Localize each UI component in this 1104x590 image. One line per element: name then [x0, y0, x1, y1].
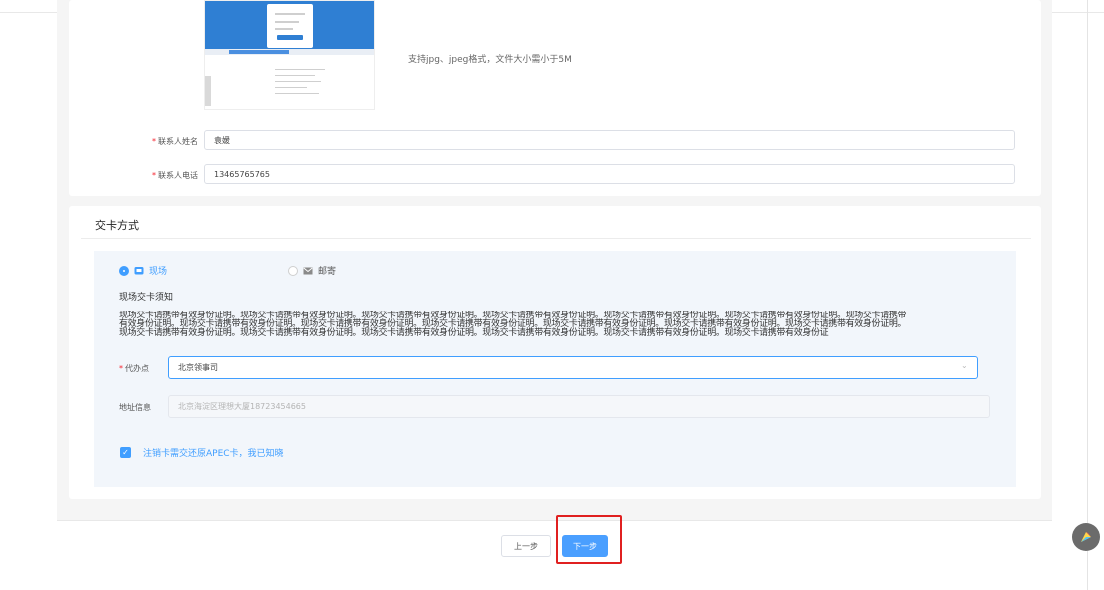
scrollbar-track[interactable]	[1087, 0, 1088, 590]
notice-title: 现场交卡须知	[119, 293, 174, 303]
agreement-checkbox[interactable]: ✓	[120, 447, 131, 458]
preview-sidebar	[205, 76, 211, 106]
required-mark: *	[152, 171, 156, 180]
address-value: 北京海淀区理想大厦18723454665	[178, 402, 306, 411]
radio-mail[interactable]: 邮寄	[288, 264, 336, 277]
radio-dot	[288, 265, 298, 276]
preview-line	[275, 87, 307, 88]
agency-label-text: 代办点	[125, 364, 149, 373]
preview-line	[275, 81, 321, 82]
delivery-section-title: 交卡方式	[95, 219, 139, 232]
preview-line	[275, 93, 319, 94]
agency-select[interactable]: 北京领事司 ⌄	[168, 356, 978, 379]
address-label: 地址信息	[119, 403, 151, 412]
required-mark: *	[119, 364, 123, 373]
upload-tip: 支持jpg、jpeg格式，文件大小需小于5M	[408, 55, 572, 65]
mail-icon	[303, 267, 313, 274]
contact-phone-label-text: 联系人电话	[158, 171, 198, 180]
chevron-down-icon[interactable]: ⌄	[961, 362, 969, 370]
assistant-float-button[interactable]	[1072, 523, 1100, 551]
address-input: 北京海淀区理想大厦18723454665	[168, 395, 990, 418]
prev-step-button[interactable]: 上一步	[501, 535, 551, 557]
preview-line	[275, 28, 293, 30]
contact-name-label-text: 联系人姓名	[158, 137, 198, 146]
preview-line	[275, 75, 315, 76]
preview-toolbar-active	[229, 50, 289, 54]
agreement-checkbox-row[interactable]: ✓ 注销卡需交还原APEC卡，我已知晓	[120, 446, 284, 459]
radio-mail-label: 邮寄	[318, 267, 337, 277]
contact-name-label: * 联系人姓名	[120, 136, 198, 147]
contact-phone-input[interactable]: 13465765765	[204, 164, 1015, 184]
section-divider	[81, 238, 1031, 239]
agreement-text: 注销卡需交还原APEC卡，我已知晓	[143, 449, 284, 459]
assistant-icon	[1081, 532, 1091, 542]
preview-line	[275, 69, 325, 70]
contact-name-input[interactable]: 袁媛	[204, 130, 1015, 150]
contact-phone-value: 13465765765	[214, 169, 270, 179]
onsite-icon	[134, 266, 144, 274]
preview-dialog	[267, 4, 313, 48]
uploaded-image-preview[interactable]	[204, 0, 375, 110]
contact-name-value: 袁媛	[214, 135, 230, 145]
notice-body: 现场交卡请携带有效身份证明。现场交卡请携带有效身份证明。现场交卡请携带有效身份证…	[119, 311, 1019, 338]
agency-select-value: 北京领事司	[178, 363, 218, 372]
contact-phone-label: * 联系人电话	[120, 170, 198, 181]
preview-line	[275, 21, 299, 23]
radio-onsite-label: 现场	[149, 267, 168, 277]
notice-line: 现场交卡请携带有效身份证明。现场交卡请携带有效身份证明。现场交卡请携带有效身份证…	[119, 328, 829, 338]
radio-dot	[119, 265, 129, 276]
preview-button	[277, 35, 303, 40]
next-step-highlight	[556, 515, 622, 564]
radio-onsite[interactable]: 现场	[119, 264, 167, 277]
required-mark: *	[152, 137, 156, 146]
agency-label: * 代办点	[119, 363, 163, 374]
preview-line	[275, 13, 305, 15]
